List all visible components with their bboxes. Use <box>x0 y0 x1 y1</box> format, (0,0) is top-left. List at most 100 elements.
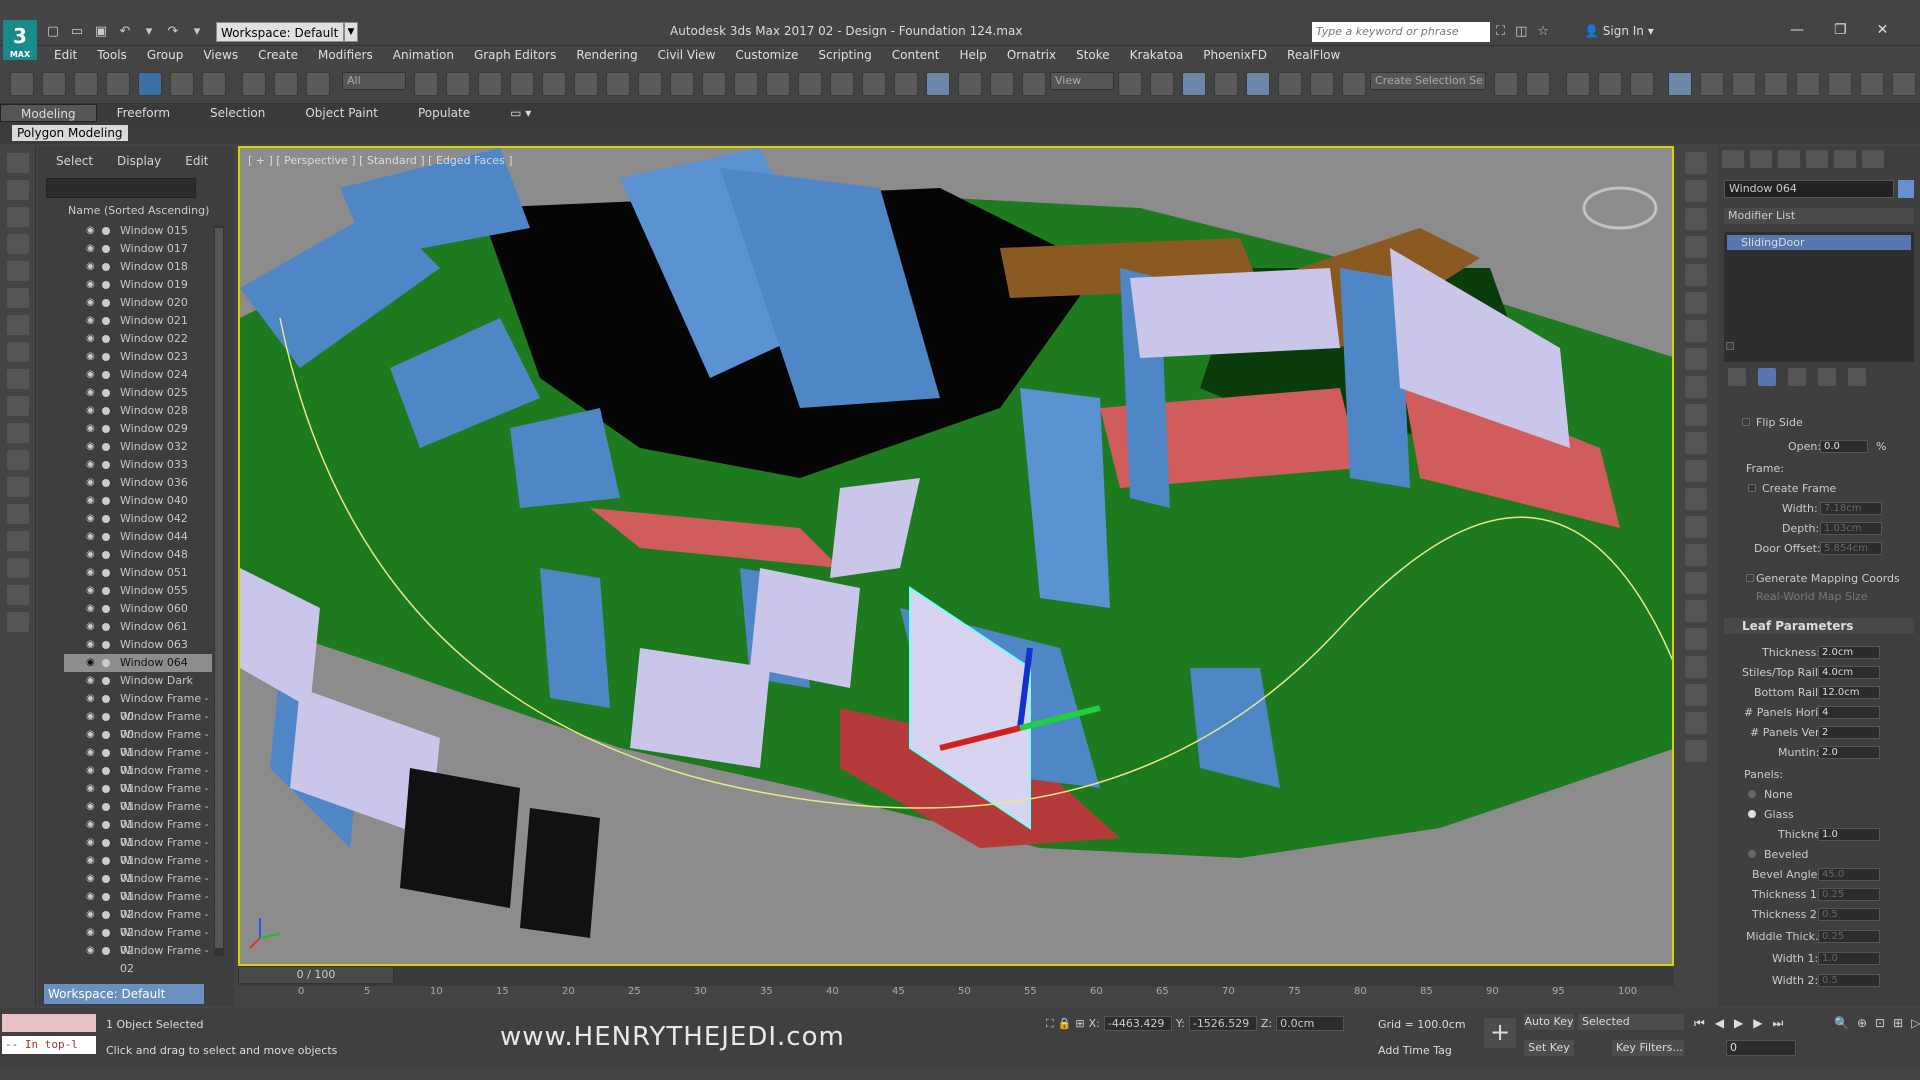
checker-icon[interactable] <box>702 72 726 96</box>
workspace-menu-button[interactable]: ▼ <box>344 22 358 42</box>
fov-icon[interactable]: ▷ <box>1911 1016 1920 1030</box>
visibility-eye-icon[interactable]: ◉ <box>86 366 95 384</box>
show-end-result-icon[interactable] <box>1758 368 1776 386</box>
redo-icon[interactable]: ↷ <box>164 24 182 40</box>
rack-icon[interactable] <box>1685 180 1707 202</box>
list-item[interactable]: ◉ Window 017 <box>64 240 212 258</box>
menu-modifiers[interactable]: Modifiers <box>308 46 383 64</box>
freeze-dot-icon[interactable] <box>102 371 110 379</box>
hair-icon[interactable] <box>1685 404 1707 426</box>
zoom-extents-icon[interactable]: ⊡ <box>1875 1016 1885 1030</box>
freeze-dot-icon[interactable] <box>102 623 110 631</box>
freeze-dot-icon[interactable] <box>102 839 110 847</box>
menu-civil-view[interactable]: Civil View <box>648 46 726 64</box>
a360-icon[interactable] <box>1892 72 1916 96</box>
column-header[interactable]: Name (Sorted Ascending) <box>68 204 209 217</box>
visibility-eye-icon[interactable]: ◉ <box>86 906 95 924</box>
curve-editor-icon[interactable] <box>1668 72 1692 96</box>
next-frame-icon[interactable]: ▶ <box>1753 1016 1762 1031</box>
list-item[interactable]: ◉ Window 060 <box>64 600 212 618</box>
thickness-spinner[interactable]: 2.0cm <box>1818 646 1880 659</box>
teapot-icon[interactable] <box>1685 152 1707 174</box>
tab-select[interactable]: Select <box>56 154 93 168</box>
bones-filter-icon[interactable] <box>6 396 29 416</box>
visibility-eye-icon[interactable]: ◉ <box>86 924 95 942</box>
visibility-eye-icon[interactable]: ◉ <box>86 744 95 762</box>
lock-icon[interactable]: 🔒 <box>1058 1017 1072 1030</box>
display-icon[interactable] <box>1685 208 1707 230</box>
go-to-end-icon[interactable]: ⏭ <box>1773 1016 1784 1031</box>
thickness1-spinner[interactable]: 0.25 <box>1818 888 1880 901</box>
freeze-dot-icon[interactable] <box>102 263 110 271</box>
list-item[interactable]: ◉ Window 061 <box>64 618 212 636</box>
list-item[interactable]: ◉ Window 051 <box>64 564 212 582</box>
visibility-eye-icon[interactable]: ◉ <box>86 600 95 618</box>
freeze-dot-icon[interactable] <box>102 227 110 235</box>
gen-mapping-checkbox[interactable] <box>1746 574 1754 582</box>
render-iterative-icon[interactable] <box>1860 72 1884 96</box>
freeze-dot-icon[interactable] <box>102 641 110 649</box>
menu-create[interactable]: Create <box>248 46 308 64</box>
time-slider[interactable]: 0 / 100 <box>238 966 394 984</box>
rotate-icon[interactable] <box>958 72 982 96</box>
hair-icon[interactable] <box>1685 432 1707 454</box>
freeze-dot-icon[interactable] <box>102 443 110 451</box>
freeze-dot-icon[interactable] <box>102 479 110 487</box>
menu-graph-editors[interactable]: Graph Editors <box>464 46 566 64</box>
list-item[interactable]: ◉ Window 022 <box>64 330 212 348</box>
visibility-eye-icon[interactable]: ◉ <box>86 312 95 330</box>
workspace-dropdown[interactable]: Workspace: Default <box>216 22 344 42</box>
menu-group[interactable]: Group <box>137 46 194 64</box>
modify-tab-icon[interactable] <box>1750 150 1772 168</box>
menu-ornatrix[interactable]: Ornatrix <box>997 46 1066 64</box>
visibility-eye-icon[interactable]: ◉ <box>86 564 95 582</box>
freeze-dot-icon[interactable] <box>102 497 110 505</box>
list-item[interactable]: ◉ Window Frame - 02 <box>64 888 212 921</box>
menu-realflow[interactable]: RealFlow <box>1277 46 1350 64</box>
visibility-eye-icon[interactable]: ◉ <box>86 942 95 960</box>
maxscript-listener-output[interactable] <box>2 1014 96 1032</box>
panels-vert-spinner[interactable]: 2 <box>1818 726 1880 739</box>
list-item[interactable]: ◉ Window Frame - 01 <box>64 870 212 903</box>
render-production-icon[interactable] <box>1828 72 1852 96</box>
tab-freeform[interactable]: Freeform <box>97 104 190 122</box>
visibility-eye-icon[interactable]: ◉ <box>86 546 95 564</box>
list-item[interactable]: ◉ Window 015 <box>64 222 212 240</box>
select-filter-icon[interactable] <box>6 153 29 173</box>
app-logo[interactable]: 3 MAX <box>3 20 37 60</box>
list-item[interactable]: ◉ Window Frame - 02 <box>64 906 212 939</box>
hair-curl-icon[interactable] <box>1685 264 1707 286</box>
visibility-eye-icon[interactable]: ◉ <box>86 510 95 528</box>
shapes-filter-icon[interactable] <box>6 207 29 227</box>
sphere-blue-icon[interactable] <box>798 72 822 96</box>
unlink-icon[interactable] <box>274 72 298 96</box>
freeze-dot-icon[interactable] <box>102 821 110 829</box>
list-item[interactable]: ◉ Window Frame - 01 <box>64 780 212 813</box>
sign-in-button[interactable]: 👤 Sign In ▾ <box>1584 24 1654 38</box>
bottom-rail-spinner[interactable]: 12.0cm <box>1818 686 1880 699</box>
create-tab-icon[interactable] <box>1722 150 1744 168</box>
menu-content[interactable]: Content <box>882 46 950 64</box>
play-icon[interactable]: ▶ <box>1734 1016 1743 1031</box>
cameras-filter-icon[interactable] <box>6 261 29 281</box>
freeze-dot-icon[interactable] <box>102 875 110 883</box>
stiles-spinner[interactable]: 4.0cm <box>1818 666 1880 679</box>
play-icon[interactable] <box>138 72 162 96</box>
search-input[interactable]: Type a keyword or phrase <box>1312 22 1490 42</box>
freeze-dot-icon[interactable] <box>102 695 110 703</box>
freeze-dot-icon[interactable] <box>102 857 110 865</box>
snaps-icon[interactable] <box>1214 72 1238 96</box>
width2-spinner[interactable]: 0.5 <box>1818 974 1880 987</box>
freeze-dot-icon[interactable] <box>102 605 110 613</box>
bevel-angle-spinner[interactable]: 45.0 <box>1818 868 1880 881</box>
hierarchy-tab-icon[interactable] <box>1778 150 1800 168</box>
thickness2-spinner[interactable]: 0.5 <box>1818 908 1880 921</box>
list-item[interactable]: ◉ Window 023 <box>64 348 212 366</box>
render-setup-icon[interactable] <box>638 72 662 96</box>
freeze-dot-icon[interactable] <box>102 893 110 901</box>
hair-icon[interactable] <box>1685 656 1707 678</box>
panels-beveled-radio[interactable] <box>1748 850 1756 858</box>
tab-selection[interactable]: Selection <box>190 104 285 122</box>
select-by-name-icon[interactable] <box>446 72 470 96</box>
pin-icon[interactable] <box>1728 368 1746 386</box>
